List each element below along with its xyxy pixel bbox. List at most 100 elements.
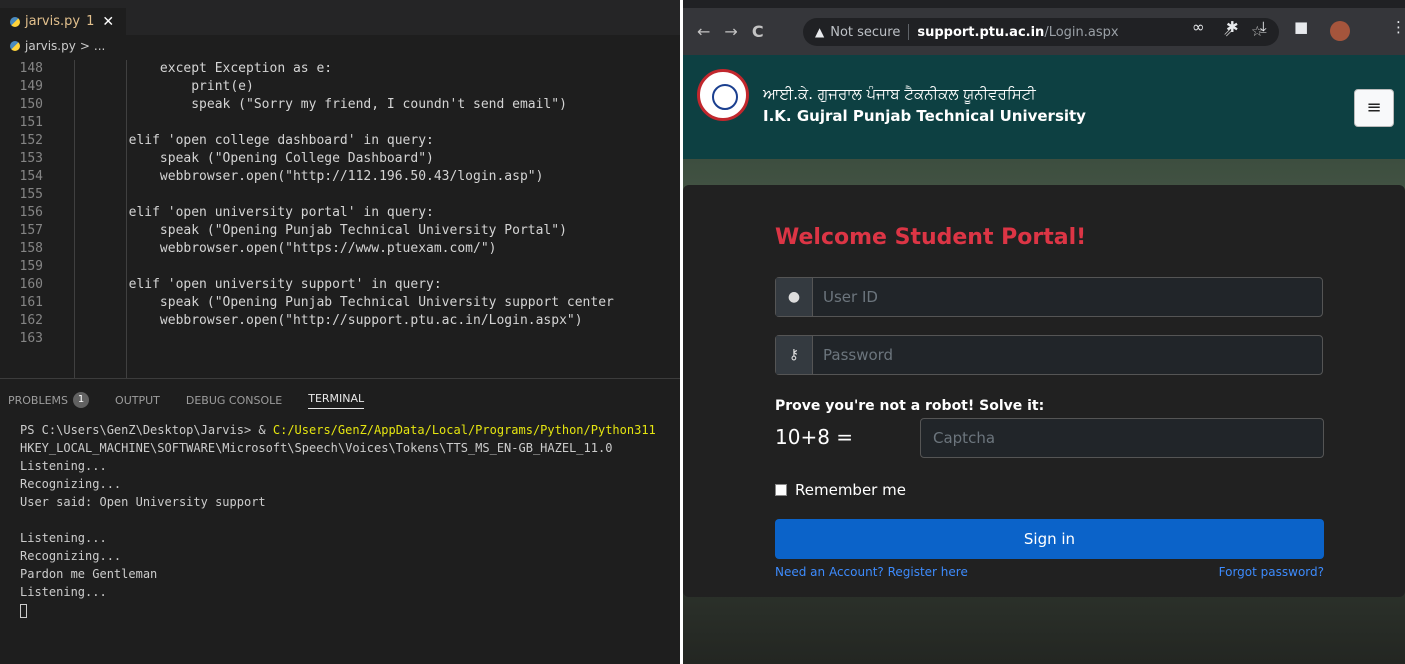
tab-terminal[interactable]: TERMINAL — [308, 392, 365, 409]
user-id-field[interactable]: ● User ID — [775, 277, 1323, 317]
code-line: 160 elif 'open university support' in qu… — [0, 276, 680, 294]
code-line: 152 elif 'open college dashboard' in que… — [0, 132, 680, 150]
breadcrumb-separator: > — [79, 39, 90, 53]
line-number: 153 — [19, 151, 43, 166]
code-line: 148 except Exception as e: — [0, 60, 680, 78]
code-line: 161 speak ("Opening Punjab Technical Uni… — [0, 294, 680, 312]
line-number: 163 — [19, 331, 43, 346]
password-field[interactable]: ⚷ Password — [775, 335, 1323, 375]
terminal-output[interactable]: PS C:\Users\GenZ\Desktop\Jarvis> & C:/Us… — [0, 421, 680, 619]
url-path: /Login.aspx — [1044, 24, 1119, 40]
menu-icon[interactable]: ⋮ — [1391, 18, 1405, 36]
user-icon: ● — [776, 278, 813, 316]
tab-problems-label: PROBLEMS — [8, 393, 69, 407]
user-id-input[interactable]: User ID — [813, 278, 1322, 316]
code-text: except Exception as e: — [66, 61, 333, 76]
reload-icon[interactable]: C — [752, 22, 764, 41]
download-icon[interactable]: ⤓ — [1260, 18, 1267, 36]
avatar[interactable] — [1330, 21, 1350, 41]
warning-icon[interactable]: ▲ — [815, 25, 824, 39]
terminal-cursor — [20, 603, 27, 618]
code-text: print(e) — [66, 79, 254, 94]
breadcrumb: jarvis.py > ... — [0, 35, 680, 57]
tab-output[interactable]: OUTPUT — [115, 394, 160, 407]
terminal-line: PS C:\Users\GenZ\Desktop\Jarvis> & C:/Us… — [20, 421, 680, 439]
terminal-line: Listening... — [20, 585, 107, 599]
code-line: 157 speak ("Opening Punjab Technical Uni… — [0, 222, 680, 240]
tab-jarvis-py[interactable]: jarvis.py 1 ✕ — [0, 8, 126, 35]
terminal-line — [20, 601, 680, 619]
forward-arrow-icon[interactable]: → — [724, 22, 737, 41]
code-editor[interactable]: 148 except Exception as e: 149 print(e) … — [0, 60, 680, 378]
problems-badge: 1 — [73, 392, 90, 408]
hamburger-menu-icon[interactable]: ≡ — [1354, 89, 1394, 127]
code-text: speak ("Sorry my friend, I coundn't send… — [66, 97, 567, 112]
line-number: 162 — [19, 313, 43, 328]
python-file-icon — [10, 41, 20, 51]
code-line: 158 webbrowser.open("https://www.ptuexam… — [0, 240, 680, 258]
password-input[interactable]: Password — [813, 336, 1322, 374]
terminal-line: User said: Open University support — [20, 495, 266, 509]
code-line: 163 — [0, 330, 680, 348]
close-icon[interactable]: ✕ — [102, 14, 114, 30]
terminal-line: HKEY_LOCAL_MACHINE\SOFTWARE\Microsoft\Sp… — [20, 441, 613, 455]
browser-toolbar: ← → C ▲ Not secure support.ptu.ac.in/Log… — [683, 8, 1405, 55]
line-number: 151 — [19, 115, 43, 130]
captcha-input[interactable]: Captcha — [920, 418, 1324, 458]
line-number: 150 — [19, 97, 43, 112]
python-file-icon — [10, 16, 20, 27]
tab-filename: jarvis.py — [25, 14, 81, 29]
university-logo[interactable] — [697, 69, 749, 121]
browser-window: ← → C ▲ Not secure support.ptu.ac.in/Log… — [683, 0, 1405, 664]
line-number: 156 — [19, 205, 43, 220]
code-text: speak ("Opening College Dashboard") — [66, 151, 434, 166]
puzzle-icon[interactable]: ✱ — [1226, 18, 1239, 36]
line-number: 160 — [19, 277, 43, 292]
university-name-english: I.K. Gujral Punjab Technical University — [763, 107, 1086, 125]
sidebar-icon[interactable]: ■ — [1294, 18, 1308, 36]
code-line: 150 speak ("Sorry my friend, I coundn't … — [0, 96, 680, 114]
line-number: 158 — [19, 241, 43, 256]
terminal-python-path: C:/Users/GenZ/AppData/Local/Programs/Pyt… — [272, 423, 656, 437]
line-number: 155 — [19, 187, 43, 202]
address-separator — [908, 24, 910, 40]
login-title: Welcome Student Portal! — [775, 225, 1087, 250]
terminal-line: Listening... — [20, 459, 107, 473]
sign-in-button[interactable]: Sign in — [775, 519, 1324, 559]
tab-debug-console[interactable]: DEBUG CONSOLE — [186, 394, 282, 407]
remember-checkbox[interactable] — [775, 484, 787, 496]
line-number: 154 — [19, 169, 43, 184]
line-number: 157 — [19, 223, 43, 238]
terminal-line: Recognizing... — [20, 549, 122, 563]
captcha-question: 10+8 = — [775, 425, 854, 449]
breadcrumb-file[interactable]: jarvis.py — [25, 39, 76, 53]
address-bar[interactable]: ▲ Not secure support.ptu.ac.in/Login.asp… — [803, 18, 1279, 46]
code-text: webbrowser.open("http://112.196.50.43/lo… — [66, 169, 544, 184]
extension-icon[interactable]: ∞ — [1192, 18, 1205, 36]
code-text: webbrowser.open("https://www.ptuexam.com… — [66, 241, 497, 256]
tab-problems[interactable]: PROBLEMS 1 — [8, 392, 90, 408]
back-arrow-icon[interactable]: ← — [697, 22, 710, 41]
panel-tabs: PROBLEMS 1 OUTPUT DEBUG CONSOLE TERMINAL — [0, 379, 680, 421]
line-number: 152 — [19, 133, 43, 148]
line-number: 161 — [19, 295, 43, 310]
code-line: 162 webbrowser.open("http://support.ptu.… — [0, 312, 680, 330]
code-line: 151 — [0, 114, 680, 132]
terminal-line: Listening... — [20, 531, 107, 545]
breadcrumb-rest[interactable]: ... — [94, 39, 105, 53]
editor-tab-bar: jarvis.py 1 ✕ — [0, 0, 680, 35]
remember-label[interactable]: Remember me — [795, 481, 906, 499]
line-number: 159 — [19, 259, 43, 274]
forgot-password-link[interactable]: Forgot password? — [1219, 565, 1324, 579]
code-line: 156 elif 'open university portal' in que… — [0, 204, 680, 222]
code-line: 149 print(e) — [0, 78, 680, 96]
url-host: support.ptu.ac.in — [917, 24, 1045, 40]
tab-problem-count: 1 — [86, 14, 95, 29]
not-secure-label[interactable]: Not secure — [830, 25, 900, 40]
remember-me[interactable]: Remember me — [775, 481, 906, 499]
captcha-label: Prove you're not a robot! Solve it: — [775, 398, 1045, 414]
register-link[interactable]: Need an Account? Register here — [775, 565, 968, 579]
code-text: webbrowser.open("http://support.ptu.ac.i… — [66, 313, 583, 328]
line-number: 149 — [19, 79, 43, 94]
